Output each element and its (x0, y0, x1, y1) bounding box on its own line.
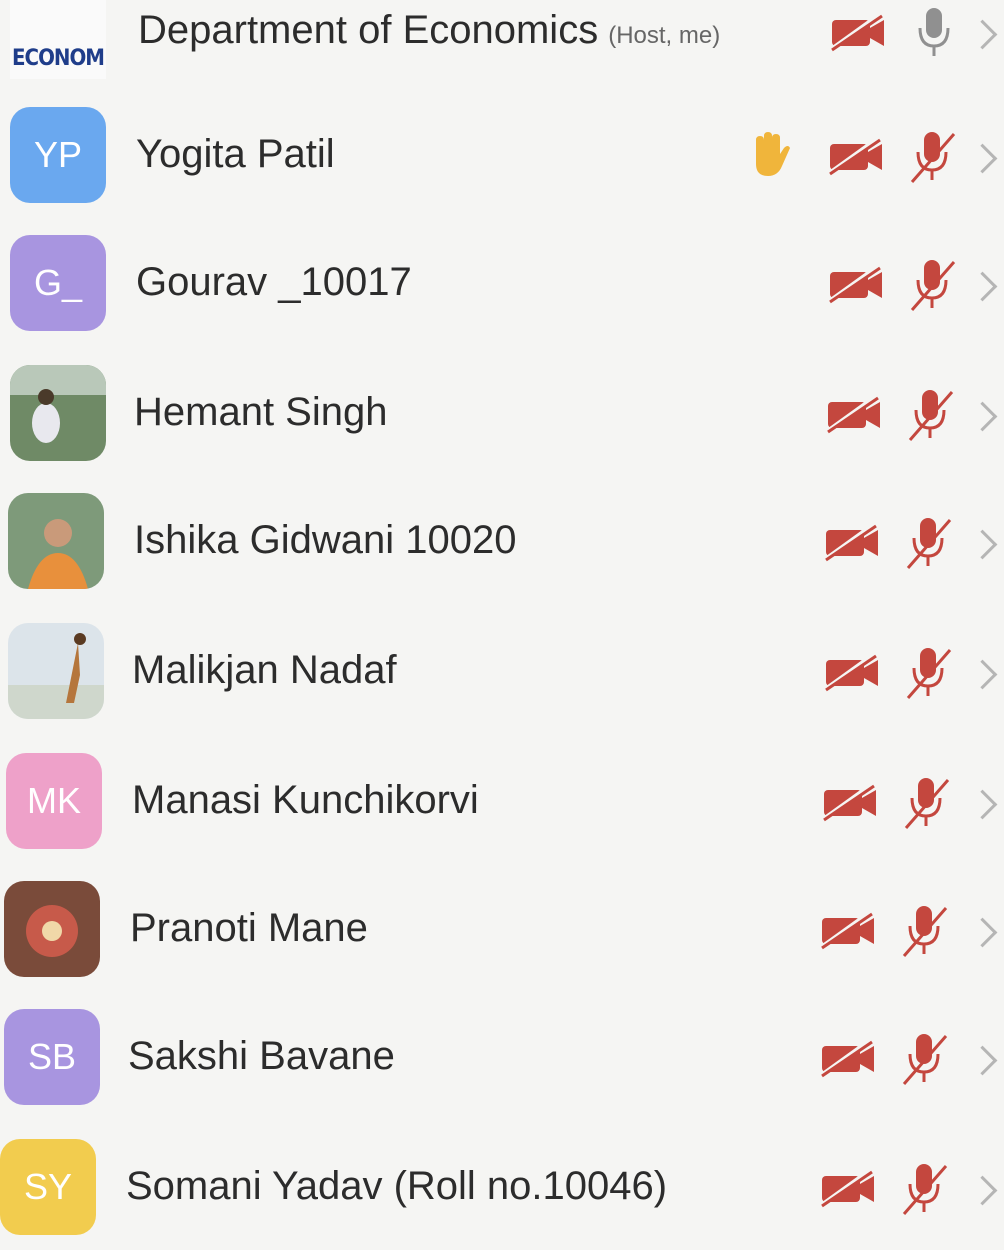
mic-muted-icon (902, 1164, 948, 1215)
avatar: SY (0, 1139, 96, 1235)
mic-muted-icon (910, 260, 956, 311)
participant-name-text: Gourav _10017 (136, 260, 412, 304)
mic-muted-icon (902, 1034, 948, 1085)
chevron-right-icon[interactable] (967, 789, 998, 820)
video-off-icon (826, 264, 882, 304)
avatar (8, 493, 104, 589)
chevron-right-icon[interactable] (967, 529, 998, 560)
avatar (4, 881, 100, 977)
mic-muted-icon (910, 132, 956, 183)
participant-name-text: Somani Yadav (Roll no.10046) (126, 1164, 668, 1208)
mic-muted-icon (902, 906, 948, 957)
video-off-icon (828, 12, 884, 52)
participant-name: Manasi Kunchikorvi (132, 778, 479, 823)
participant-row[interactable]: Hemant Singh (0, 350, 1004, 476)
mic-muted-icon (906, 648, 952, 699)
participant-name: Gourav _10017 (136, 260, 412, 305)
avatar: MK (6, 753, 102, 849)
video-off-icon (818, 910, 874, 950)
participant-name-text: Department of Economics (138, 8, 599, 52)
avatar: SB (4, 1009, 100, 1105)
participant-name: Hemant Singh (134, 390, 387, 435)
participant-name-text: Hemant Singh (134, 390, 388, 434)
mic-muted-icon (908, 390, 954, 441)
participant-name: Sakshi Bavane (128, 1034, 395, 1079)
participant-name: Malikjan Nadaf (132, 648, 397, 693)
participant-row[interactable]: Ishika Gidwani 10020 (0, 478, 1004, 604)
participant-name: Department of Economics (Host, me) (138, 8, 720, 53)
video-off-icon (826, 136, 882, 176)
participant-name-text: Yogita Patil (136, 132, 335, 176)
video-off-icon (822, 522, 878, 562)
video-off-icon (822, 652, 878, 692)
video-off-icon (818, 1038, 874, 1078)
chevron-right-icon[interactable] (967, 917, 998, 948)
participant-row[interactable]: Malikjan Nadaf (0, 608, 1004, 734)
avatar: YP (10, 107, 106, 203)
chevron-right-icon[interactable] (967, 1175, 998, 1206)
participants-list: ECONOM Department of Economics (Host, me) Y… (0, 0, 1004, 1235)
participant-name: Pranoti Mane (130, 906, 368, 951)
participant-name-text: Malikjan Nadaf (132, 648, 397, 692)
chevron-right-icon[interactable] (967, 401, 998, 432)
chevron-right-icon[interactable] (967, 19, 998, 50)
participant-row[interactable]: SY Somani Yadav (Roll no.10046) (0, 1124, 1004, 1250)
chevron-right-icon[interactable] (967, 659, 998, 690)
participant-row[interactable]: Pranoti Mane (0, 866, 1004, 992)
mic-muted-icon (904, 778, 950, 829)
avatar: G_ (10, 235, 106, 331)
avatar (8, 623, 104, 719)
avatar (10, 365, 106, 461)
participant-row[interactable]: SB Sakshi Bavane (0, 994, 1004, 1120)
mic-muted-icon (906, 518, 952, 569)
chevron-right-icon[interactable] (967, 271, 998, 302)
participant-row[interactable]: ECONOM Department of Economics (Host, me) (0, 0, 1004, 94)
participant-name-text: Manasi Kunchikorvi (132, 778, 479, 822)
participant-row[interactable]: YP Yogita Patil (0, 92, 1004, 218)
chevron-right-icon[interactable] (967, 143, 998, 174)
participant-row[interactable]: G_ Gourav _10017 (0, 220, 1004, 346)
host-tag: (Host, me) (608, 22, 721, 49)
participant-row[interactable]: MK Manasi Kunchikorvi (0, 738, 1004, 864)
participant-name-text: Sakshi Bavane (128, 1034, 395, 1078)
participant-name: Yogita Patil (136, 132, 335, 177)
participant-name-text: Pranoti Mane (130, 906, 368, 950)
participant-name: Ishika Gidwani 10020 (134, 518, 516, 563)
chevron-right-icon[interactable] (967, 1045, 998, 1076)
video-off-icon (824, 394, 880, 434)
participant-name: Somani Yadav (Roll no.10046) (126, 1164, 667, 1209)
video-off-icon (820, 782, 876, 822)
video-off-icon (818, 1168, 874, 1208)
raised-hand-icon (756, 132, 790, 176)
avatar: ECONOM (10, 0, 106, 79)
participant-name-text: Ishika Gidwani 10020 (134, 518, 517, 562)
mic-icon (918, 8, 950, 56)
